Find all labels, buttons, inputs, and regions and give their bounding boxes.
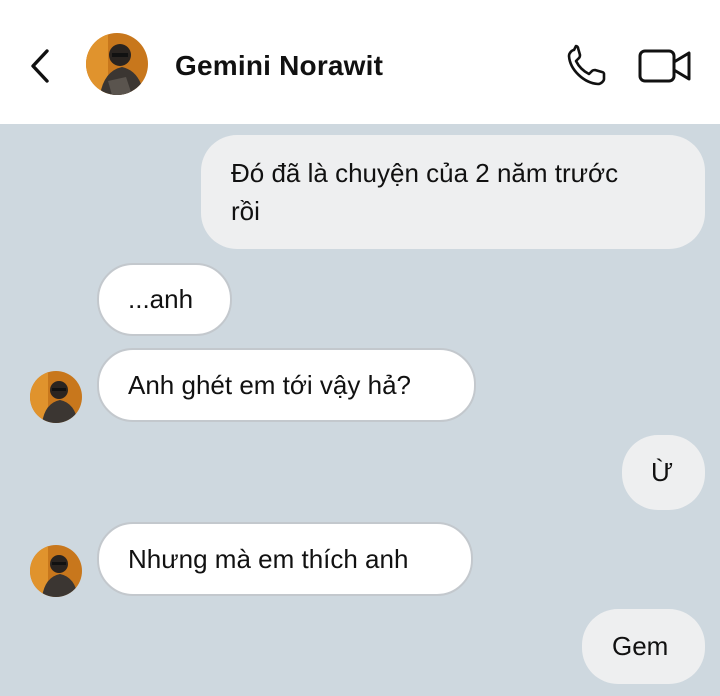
contact-avatar-small[interactable] xyxy=(30,545,82,597)
message-bubble-incoming[interactable]: Anh ghét em tới vậy hả? xyxy=(97,348,476,422)
message-bubble-outgoing[interactable]: Ừ xyxy=(622,435,705,510)
contact-name[interactable]: Gemini Norawit xyxy=(175,48,383,84)
message-bubble-outgoing[interactable]: Gem xyxy=(582,609,705,684)
phone-icon xyxy=(567,44,606,86)
message-text: Gem xyxy=(612,631,669,661)
call-button[interactable] xyxy=(564,44,612,88)
contact-avatar[interactable] xyxy=(86,33,148,95)
message-bubble-outgoing[interactable]: Đó đã là chuyện của 2 năm trước rồi xyxy=(201,135,705,249)
video-camera-icon xyxy=(638,49,691,83)
message-bubble-incoming[interactable]: ...anh xyxy=(97,263,232,336)
contact-avatar-small[interactable] xyxy=(30,371,82,423)
video-call-button[interactable] xyxy=(636,44,694,88)
message-text: Anh ghét em tới vậy hả? xyxy=(128,370,411,400)
chevron-left-icon xyxy=(31,49,49,83)
chat-header: Gemini Norawit xyxy=(0,0,720,124)
message-text: Nhưng mà em thích anh xyxy=(128,544,409,574)
message-bubble-incoming[interactable]: Nhưng mà em thích anh xyxy=(97,522,473,596)
back-button[interactable] xyxy=(22,44,58,88)
message-text: Ừ xyxy=(651,457,674,487)
message-text: rồi xyxy=(231,196,260,226)
message-text: Đó đã là chuyện của 2 năm trước xyxy=(231,158,619,188)
message-text: ...anh xyxy=(128,284,194,314)
message-thread[interactable]: Đó đã là chuyện của 2 năm trước rồi ...a… xyxy=(0,124,720,696)
